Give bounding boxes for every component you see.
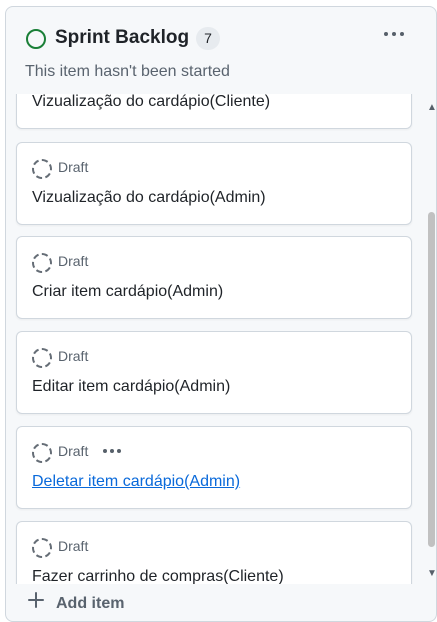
kebab-dot-icon xyxy=(117,449,121,453)
status-circle-icon xyxy=(26,29,46,49)
card-more-button[interactable] xyxy=(99,441,125,461)
column-header: Sprint Backlog 7 This item hasn't been s… xyxy=(6,7,436,95)
plus-icon xyxy=(28,592,44,608)
item-count-badge: 7 xyxy=(196,27,220,50)
draft-issue-icon xyxy=(32,253,52,273)
card-title[interactable]: Vizualização do cardápio(Cliente) xyxy=(32,94,270,111)
card-title[interactable]: Editar item cardápio(Admin) xyxy=(32,378,230,396)
draft-label: Draft xyxy=(58,538,89,554)
card-item[interactable]: Draft Fazer carrinho de compras(Cliente) xyxy=(16,521,412,584)
card-item-hovered[interactable]: Draft Deletar item cardápio(Admin) xyxy=(16,426,412,509)
card-item[interactable]: Draft Criar item cardápio(Admin) xyxy=(16,236,412,319)
kebab-dot-icon xyxy=(392,32,396,36)
kebab-dot-icon xyxy=(103,449,107,453)
column-description: This item hasn't been started xyxy=(25,63,230,80)
scroll-thumb[interactable] xyxy=(428,212,435,547)
vertical-scrollbar[interactable]: ▲ ▼ xyxy=(426,94,437,584)
column-more-button[interactable] xyxy=(378,23,410,45)
card-title-link[interactable]: Deletar item cardápio(Admin) xyxy=(32,473,240,491)
card-title[interactable]: Fazer carrinho de compras(Cliente) xyxy=(32,568,284,584)
backlog-column: Sprint Backlog 7 This item hasn't been s… xyxy=(5,6,437,622)
card-item[interactable]: Draft Editar item cardápio(Admin) xyxy=(16,331,412,414)
draft-label: Draft xyxy=(58,159,89,175)
cards-list[interactable]: Vizualização do cardápio(Cliente) Draft … xyxy=(6,94,437,584)
add-item-button[interactable]: Add item xyxy=(6,585,426,621)
card-title[interactable]: Criar item cardápio(Admin) xyxy=(32,283,223,301)
kebab-dot-icon xyxy=(400,32,404,36)
draft-issue-icon xyxy=(32,443,52,463)
draft-issue-icon xyxy=(32,159,52,179)
scroll-down-icon[interactable]: ▼ xyxy=(427,568,437,580)
kebab-dot-icon xyxy=(110,449,114,453)
draft-label: Draft xyxy=(58,348,89,364)
draft-issue-icon xyxy=(32,348,52,368)
add-item-label: Add item xyxy=(56,595,125,612)
scroll-up-icon[interactable]: ▲ xyxy=(427,102,437,114)
draft-label: Draft xyxy=(58,253,89,269)
kebab-dot-icon xyxy=(384,32,388,36)
card-title[interactable]: Vizualização do cardápio(Admin) xyxy=(32,189,266,207)
draft-label: Draft xyxy=(58,443,89,459)
card-item[interactable]: Vizualização do cardápio(Cliente) xyxy=(16,94,412,129)
card-item[interactable]: Draft Vizualização do cardápio(Admin) xyxy=(16,142,412,225)
column-title: Sprint Backlog xyxy=(55,27,190,48)
draft-issue-icon xyxy=(32,538,52,558)
